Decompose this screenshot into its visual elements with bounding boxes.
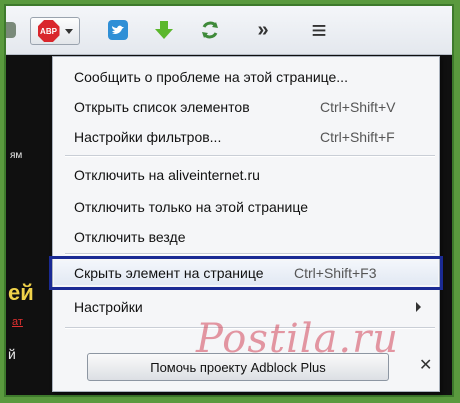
menu-item-shortcut: Ctrl+Shift+F3 — [294, 265, 377, 281]
menu-item-filter-settings[interactable]: Настройки фильтров... Ctrl+Shift+F — [54, 125, 438, 149]
menu-item-label: Скрыть элемент на странице — [74, 265, 264, 281]
menu-item-report-issue[interactable]: Сообщить о проблеме на этой странице... — [54, 65, 438, 89]
watermark: Postila.ru — [196, 316, 400, 362]
bg-text-fragment: й — [8, 346, 16, 362]
menu-item-disable-everywhere[interactable]: Отключить везде — [54, 225, 438, 249]
menu-item-label: Настройки — [74, 299, 143, 315]
refresh-icon — [202, 21, 218, 39]
toolbar-left-stub — [6, 22, 16, 38]
menu-item-label: Отключить везде — [74, 229, 186, 245]
chevron-down-icon — [64, 28, 73, 34]
close-icon[interactable]: ✕ — [419, 355, 432, 375]
menu-item-disable-on-page[interactable]: Отключить только на этой странице — [54, 195, 438, 219]
twitter-icon — [108, 20, 128, 40]
abp-button[interactable]: ABP — [30, 17, 80, 45]
download-button[interactable] — [150, 17, 178, 43]
menu-item-disable-on-site[interactable]: Отключить на aliveinternet.ru — [54, 163, 438, 187]
submenu-arrow-icon — [416, 302, 421, 312]
menu-item-label: Отключить на aliveinternet.ru — [74, 167, 260, 183]
bg-link-fragment[interactable]: ат — [12, 316, 23, 328]
browser-toolbar: ABP » ≡ — [6, 6, 452, 55]
menu-item-label: Сообщить о проблеме на этой странице... — [74, 69, 348, 85]
refresh-button[interactable] — [196, 17, 224, 43]
menu-item-open-blockable[interactable]: Открыть список элементов Ctrl+Shift+V — [54, 95, 438, 119]
menu-item-shortcut: Ctrl+Shift+V — [320, 99, 396, 115]
main-menu-button[interactable]: ≡ — [304, 15, 334, 45]
abp-icon: ABP — [37, 20, 60, 42]
twitter-button[interactable] — [104, 17, 132, 43]
menu-item-hide-element[interactable]: Скрыть элемент на странице Ctrl+Shift+F3 — [49, 256, 443, 290]
menu-item-shortcut: Ctrl+Shift+F — [320, 129, 395, 145]
menu-separator — [65, 253, 435, 255]
overflow-button[interactable]: » — [250, 17, 276, 43]
menu-item-label: Отключить только на этой странице — [74, 199, 308, 215]
menu-item-label: Открыть список элементов — [74, 99, 250, 115]
menu-item-label: Настройки фильтров... — [74, 129, 222, 145]
bg-text-fragment: ей — [8, 280, 34, 305]
download-arrow-icon — [155, 21, 173, 39]
bg-text-fragment: ям — [10, 150, 23, 161]
menu-separator — [65, 155, 435, 157]
